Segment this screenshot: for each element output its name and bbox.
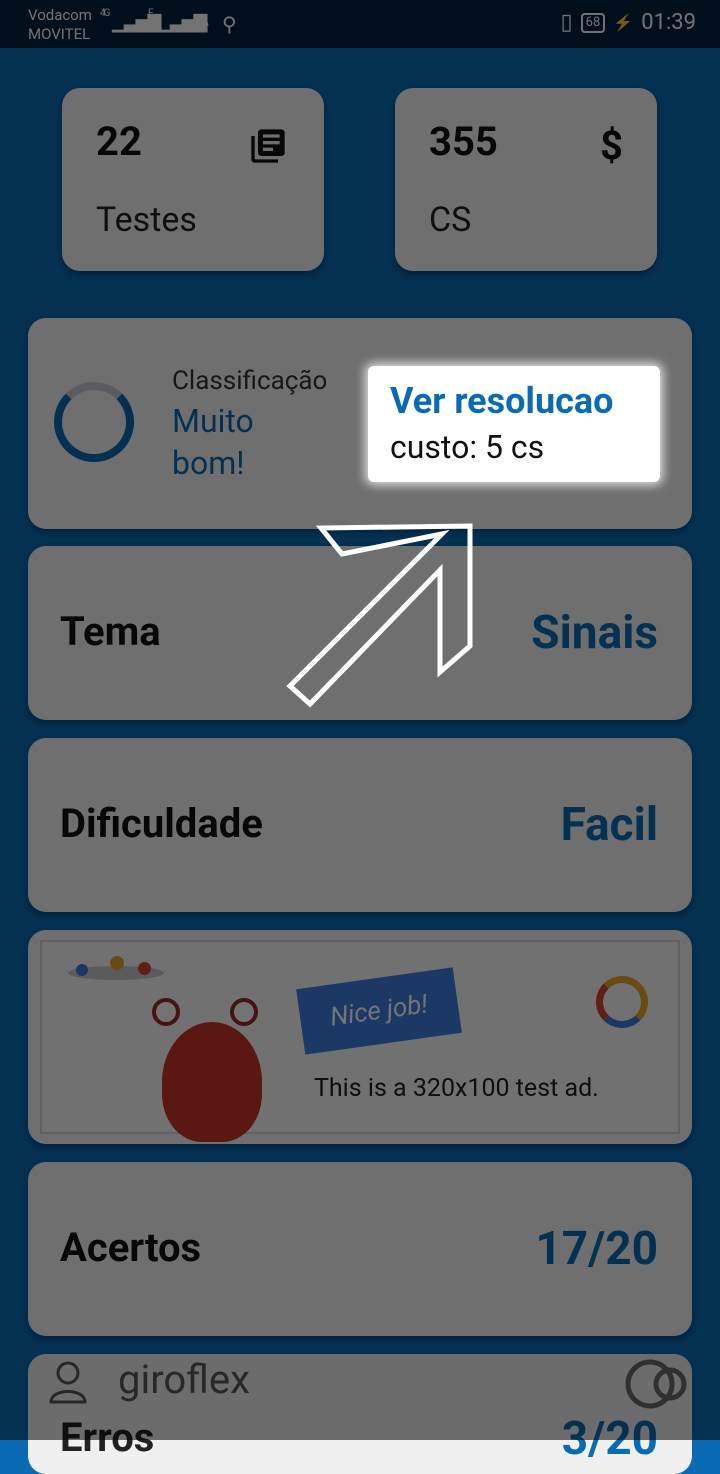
tema-label: Tema: [60, 608, 161, 655]
dollar-icon: $: [600, 122, 623, 169]
dificuldade-label: Dificuldade: [60, 800, 263, 847]
classification-value: Muito bom!: [172, 400, 254, 484]
tests-label: Testes: [96, 200, 197, 240]
progress-ring: [54, 382, 134, 462]
carrier-names: Vodacom MOVITEL: [28, 6, 92, 44]
ad-text: This is a 320x100 test ad.: [314, 1074, 599, 1103]
carrier-1: Vodacom: [28, 6, 92, 24]
classification-value-line-1: Muito: [172, 402, 254, 440]
battery-icon: 68: [580, 12, 606, 33]
dificuldade-value: Facil: [560, 798, 658, 852]
ad-logo-icon: [596, 976, 648, 1028]
pointer-arrow-icon: [286, 523, 473, 708]
ad-flag: Nice job!: [296, 967, 462, 1055]
usb-icon: ⚲: [222, 12, 237, 36]
ad-frame[interactable]: Nice job! This is a 320x100 test ad.: [40, 940, 680, 1142]
coins-fab-icon[interactable]: [624, 1354, 696, 1414]
tema-value: Sinais: [531, 606, 658, 660]
ver-resolucao-title: Ver resolucao: [390, 380, 614, 422]
ad-monster-eye-left: [152, 998, 180, 1026]
carrier-2: MOVITEL: [28, 25, 91, 43]
tests-card[interactable]: 22 Testes: [62, 88, 324, 271]
charging-icon: ⚡: [613, 13, 634, 32]
ver-resolucao-cost: custo: 5 cs: [390, 428, 545, 466]
erros-value: 3/20: [561, 1412, 658, 1466]
classification-label: Classificação: [172, 366, 328, 396]
coins-label: CS: [429, 200, 472, 240]
coins-count: 355: [429, 118, 498, 165]
coins-card[interactable]: 355 $ CS: [395, 88, 657, 271]
username: giroflex: [118, 1356, 250, 1403]
ad-monster-eye-right: [230, 998, 258, 1026]
classification-value-line-2: bom!: [172, 444, 245, 482]
erros-label: Erros: [60, 1414, 155, 1461]
ad-banner[interactable]: Nice job! This is a 320x100 test ad.: [28, 930, 692, 1144]
signal-icon: ▁▃▅▇: [112, 12, 161, 33]
vibrate-icon: ▯: [560, 10, 573, 35]
status-right: ▯ 68 ⚡ 01:39: [561, 10, 696, 35]
status-bar: Vodacom MOVITEL 4G ▁▃▅▇ E ▁▃▅▇ ◠ ⚲ ▯ 68 …: [0, 0, 720, 48]
clock: 01:39: [641, 10, 696, 35]
tests-count: 22: [96, 118, 142, 165]
ad-monster-illustration: [162, 1022, 262, 1142]
user-icon: [49, 1361, 87, 1404]
wifi-icon: ◠: [192, 12, 210, 36]
dificuldade-card: Dificuldade Facil: [28, 738, 692, 912]
erros-card: giroflex Erros 3/20: [28, 1354, 692, 1474]
network-type-1: 4G: [100, 8, 111, 19]
ver-resolucao-button[interactable]: Ver resolucao custo: 5 cs: [368, 366, 660, 482]
acertos-value: 17/20: [535, 1222, 658, 1276]
network-type-2: E: [148, 8, 154, 19]
acertos-label: Acertos: [60, 1224, 202, 1271]
library-books-icon: [251, 129, 285, 163]
acertos-card: Acertos 17/20: [28, 1162, 692, 1336]
